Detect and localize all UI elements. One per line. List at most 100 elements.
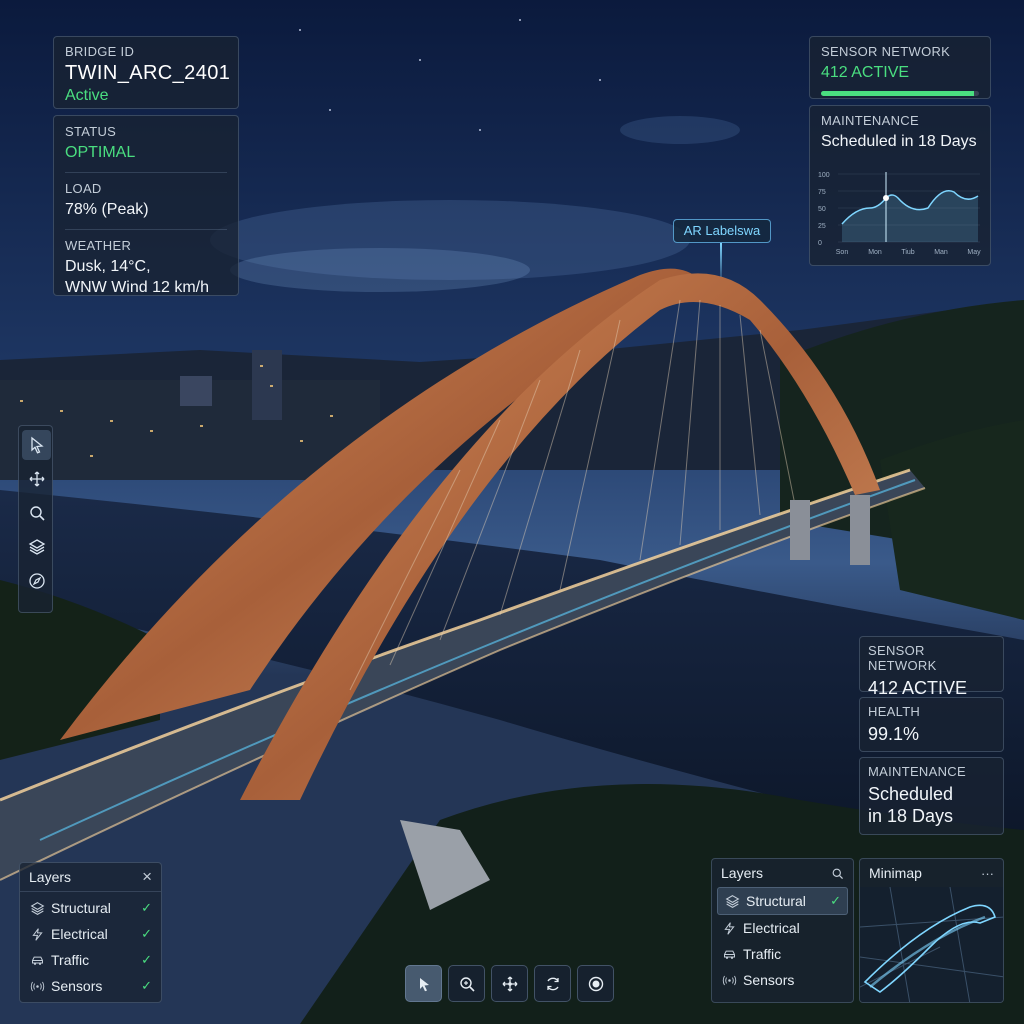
layer-item-structural[interactable]: Structural ✓ — [20, 895, 161, 921]
signal-icon — [30, 981, 44, 991]
status-value: OPTIMAL — [65, 144, 136, 161]
maintenance-card: MAINTENANCE Scheduled in 18 Days — [859, 757, 1004, 835]
minimap-header: Minimap ··· — [860, 859, 1003, 887]
lightning-icon — [31, 927, 43, 941]
bridge-id-label: BRIDGE ID — [65, 44, 135, 59]
maintenance-line2: in 18 Days — [868, 806, 954, 826]
sensor-network-label: SENSOR NETWORK — [868, 643, 937, 673]
layer-item-sensors[interactable]: Sensors ✓ — [20, 973, 161, 999]
cursor-tool[interactable] — [22, 430, 51, 460]
maintenance-label: MAINTENANCE — [868, 764, 966, 779]
check-icon[interactable]: ✓ — [141, 900, 152, 916]
layer-label: Structural — [746, 893, 806, 909]
layer-label: Sensors — [51, 978, 103, 994]
layer-item-sensors[interactable]: Sensors — [712, 967, 853, 993]
sensor-network-panel: SENSOR NETWORK 412 ACTIVE — [809, 36, 991, 99]
move-tool[interactable] — [22, 464, 51, 494]
status-label: STATUS — [65, 124, 117, 139]
chart-cursor-dot — [883, 195, 889, 201]
weather-line2: WNW Wind 12 km/h — [65, 279, 210, 296]
pan-icon — [502, 976, 517, 991]
maintenance-chart: 100 75 50 25 0 Son Mon Tiub Man May — [818, 172, 981, 256]
layers-panel-header: Layers × — [20, 863, 161, 892]
minimap-panel[interactable]: Minimap ··· — [859, 858, 1004, 1003]
bridge-id-value: TWIN_ARC_2401 — [65, 62, 231, 84]
layer-item-structural[interactable]: Structural ✓ — [717, 887, 848, 915]
compass-tool[interactable] — [22, 566, 51, 596]
check-icon[interactable]: ✓ — [141, 978, 152, 994]
layers-tool[interactable] — [22, 532, 51, 562]
chart-y-tick: 50 — [818, 206, 826, 213]
layers-panel-left: Layers × Structural ✓ Electrical ✓ Traff… — [19, 862, 162, 1003]
chart-x-tick: Son — [836, 249, 849, 256]
minimap-title: Minimap — [869, 865, 922, 881]
search-icon[interactable] — [831, 867, 844, 880]
divider — [65, 229, 227, 230]
compass-icon — [28, 573, 45, 589]
layer-label: Traffic — [51, 952, 90, 968]
health-label: HEALTH — [868, 704, 921, 719]
cursor-icon — [30, 436, 44, 454]
layer-item-electrical[interactable]: Electrical — [712, 915, 853, 941]
minimap-view[interactable] — [860, 886, 1004, 1003]
bottom-toolbar — [405, 965, 614, 1002]
sensor-network-card: SENSOR NETWORK 412 ACTIVE — [859, 636, 1004, 698]
left-toolbar — [18, 425, 53, 613]
chart-area — [842, 190, 978, 242]
layers-icon — [30, 901, 44, 915]
chart-x-tick: Man — [934, 249, 948, 256]
zoom-icon — [459, 976, 475, 992]
search-icon — [29, 506, 45, 521]
load-label: LOAD — [65, 181, 102, 196]
rotate-tool-button[interactable] — [534, 965, 571, 1002]
bridge-id-panel: BRIDGE ID TWIN_ARC_2401 Active — [53, 36, 239, 109]
check-icon[interactable]: ✓ — [830, 893, 841, 909]
ar-label-tag[interactable]: AR Labelswa — [673, 219, 771, 243]
layer-item-traffic[interactable]: Traffic — [712, 941, 853, 967]
layer-label: Sensors — [743, 972, 795, 988]
layers-panel-title: Layers — [29, 869, 72, 885]
chart-y-tick: 25 — [818, 223, 826, 230]
layer-label: Traffic — [743, 946, 782, 962]
layer-label: Structural — [51, 900, 111, 916]
maintenance-value: Scheduled in 18 Days — [821, 133, 977, 150]
layers-panel-right: Layers Structural ✓ Electrical Traffic S… — [711, 858, 854, 1003]
weather-label: WEATHER — [65, 238, 132, 253]
record-tool-button[interactable] — [577, 965, 614, 1002]
sensor-network-value: 412 ACTIVE — [821, 64, 910, 81]
sensor-network-value: 412 ACTIVE — [868, 678, 968, 698]
rotate-icon — [546, 977, 559, 990]
chart-y-tick: 0 — [818, 240, 822, 247]
pan-tool-button[interactable] — [491, 965, 528, 1002]
health-card: HEALTH 99.1% — [859, 697, 1004, 752]
chart-y-tick: 75 — [818, 189, 826, 196]
record-icon — [588, 976, 603, 991]
signal-icon — [722, 975, 736, 985]
layers-panel-title: Layers — [721, 865, 764, 881]
layer-item-traffic[interactable]: Traffic ✓ — [20, 947, 161, 973]
maintenance-panel: MAINTENANCE Scheduled in 18 Days 100 75 50… — [809, 105, 991, 266]
search-tool[interactable] — [22, 498, 51, 528]
layer-item-electrical[interactable]: Electrical ✓ — [20, 921, 161, 947]
lightning-icon — [723, 921, 735, 935]
maintenance-label: MAINTENANCE — [821, 113, 919, 128]
more-icon[interactable]: ··· — [981, 866, 994, 881]
sensor-progress-fill — [821, 91, 975, 96]
close-icon[interactable]: × — [142, 867, 152, 887]
check-icon[interactable]: ✓ — [141, 926, 152, 942]
select-tool-button[interactable] — [405, 965, 442, 1002]
zoom-tool-button[interactable] — [448, 965, 485, 1002]
maintenance-line1: Scheduled — [868, 784, 954, 804]
chart-y-tick: 100 — [818, 172, 830, 179]
car-icon — [723, 950, 735, 959]
weather-line1: Dusk, 14°C, — [65, 258, 151, 275]
chart-x-tick: Tiub — [901, 249, 914, 256]
layers-icon — [725, 894, 739, 908]
layers-panel-header: Layers — [712, 859, 853, 887]
status-panel: STATUS OPTIMAL LOAD 78% (Peak) WEATHER D… — [53, 115, 239, 296]
layer-label: Electrical — [51, 926, 108, 942]
health-value: 99.1% — [868, 724, 920, 744]
check-icon[interactable]: ✓ — [141, 952, 152, 968]
layers-icon — [28, 539, 45, 555]
chart-x-tick: Mon — [868, 249, 882, 256]
